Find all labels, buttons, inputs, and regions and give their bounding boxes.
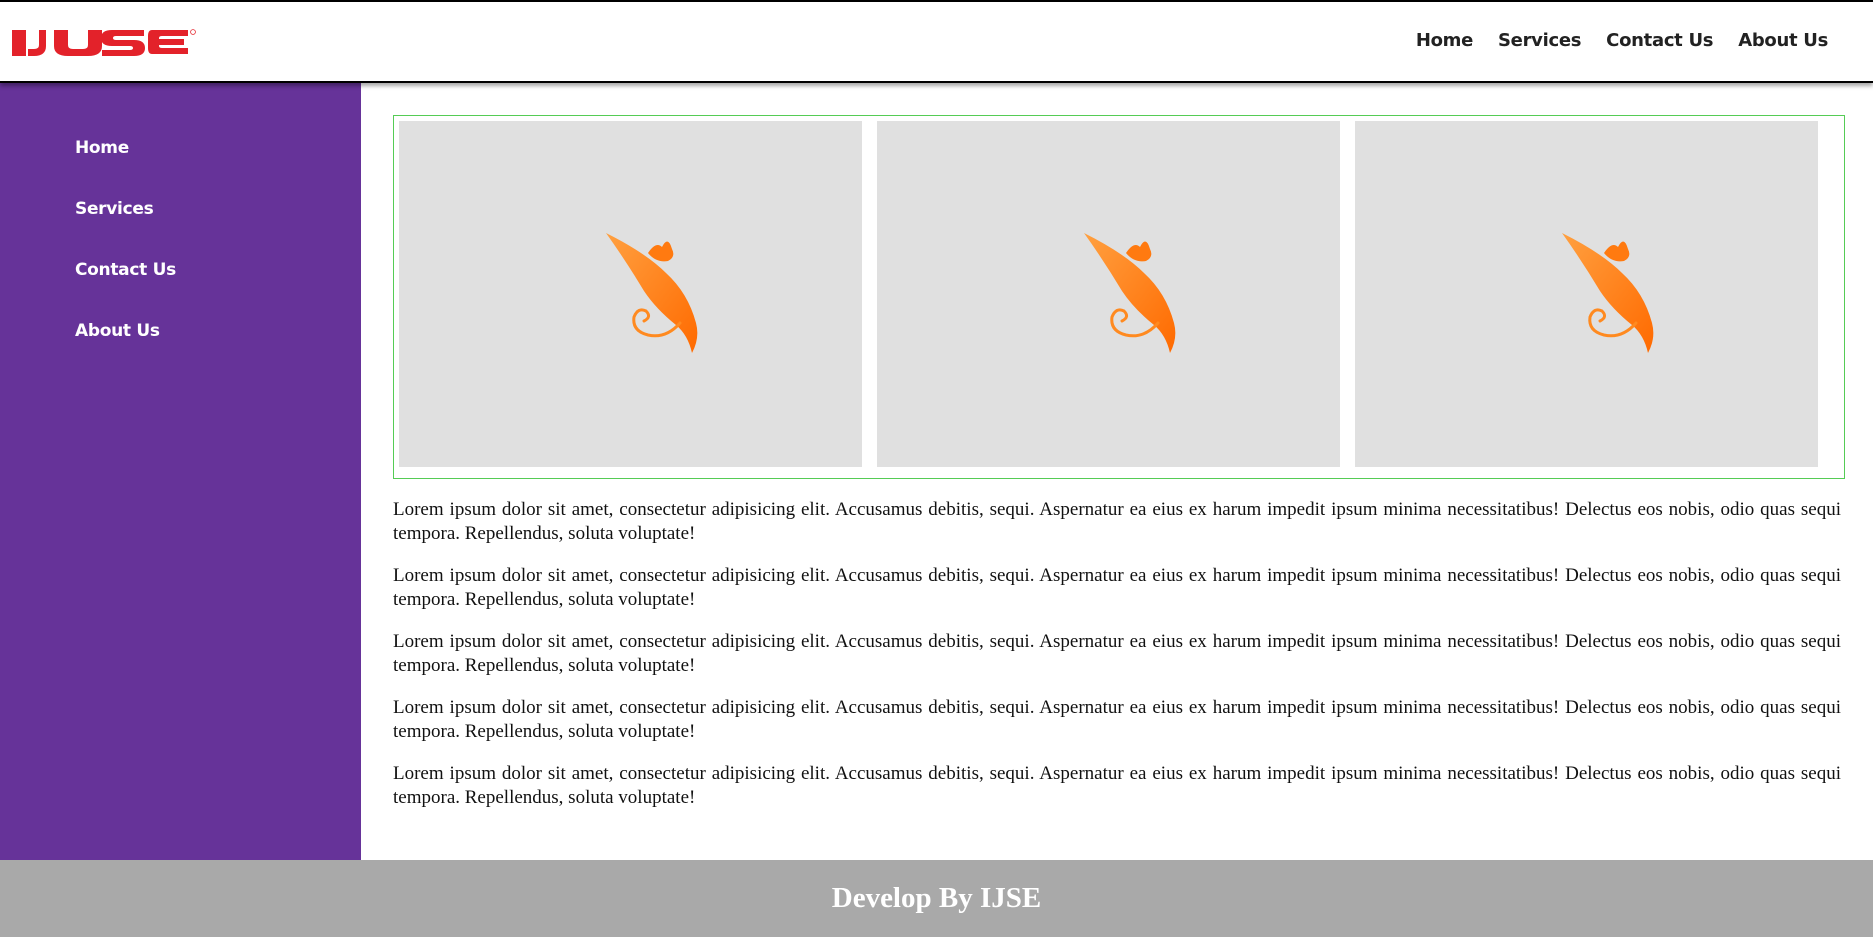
sidebar-link-home[interactable]: Home (75, 138, 129, 158)
content-paragraph: Lorem ipsum dolor sit amet, consectetur … (393, 763, 1841, 808)
top-navbar: Home Services Contact Us About Us (0, 0, 1873, 83)
sidebar-item-services: Services (75, 199, 176, 260)
fire-logo-image (605, 233, 697, 353)
content-paragraph: Lorem ipsum dolor sit amet, consectetur … (393, 499, 1841, 544)
fire-logo-image (1083, 233, 1175, 353)
sidebar-link-services[interactable]: Services (75, 199, 154, 219)
sidebar-item-home: Home (75, 138, 176, 199)
image-gallery (393, 115, 1845, 479)
main-content: Lorem ipsum dolor sit amet, consectetur … (393, 498, 1841, 828)
footer: Develop By IJSE (0, 860, 1873, 937)
gallery-image-3 (1355, 121, 1818, 467)
content-paragraph: Lorem ipsum dolor sit amet, consectetur … (393, 697, 1841, 742)
content-paragraph: Lorem ipsum dolor sit amet, consectetur … (393, 565, 1841, 610)
topnav-link-contact-us[interactable]: Contact Us (1606, 30, 1713, 51)
sidebar-link-contact-us[interactable]: Contact Us (75, 260, 176, 280)
sidebar: Home Services Contact Us About Us (0, 83, 361, 860)
sidebar-item-about-us: About Us (75, 321, 176, 382)
sidebar-menu: Home Services Contact Us About Us (75, 138, 176, 382)
topnav-link-services[interactable]: Services (1498, 30, 1581, 51)
fire-logo-image (1561, 233, 1653, 353)
gallery-image-1 (399, 121, 862, 467)
topnav-link-about-us[interactable]: About Us (1738, 30, 1828, 51)
sidebar-link-about-us[interactable]: About Us (75, 321, 160, 341)
topnav-link-home[interactable]: Home (1416, 30, 1474, 51)
gallery-image-2 (877, 121, 1340, 467)
sidebar-item-contact-us: Contact Us (75, 260, 176, 321)
footer-text: Develop By IJSE (831, 882, 1042, 914)
ijse-logo[interactable] (12, 28, 196, 60)
content-paragraph: Lorem ipsum dolor sit amet, consectetur … (393, 631, 1841, 676)
top-nav-menu: Home Services Contact Us About Us (1416, 30, 1828, 51)
